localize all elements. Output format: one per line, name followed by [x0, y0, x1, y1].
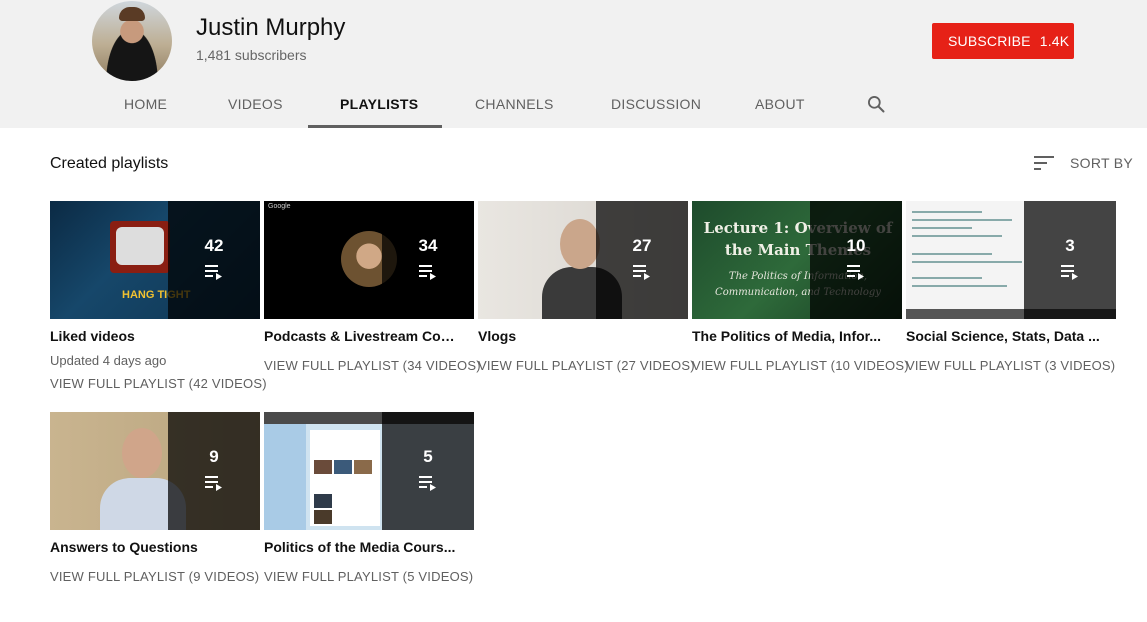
subscribe-label: SUBSCRIBE [948, 33, 1031, 49]
tab-home[interactable]: HOME [124, 96, 167, 112]
playlist-title[interactable]: Answers to Questions [50, 539, 246, 555]
active-tab-indicator [308, 125, 442, 128]
channel-header: Justin Murphy 1,481 subscribers SUBSCRIB… [0, 0, 1147, 128]
view-full-playlist-link[interactable]: VIEW FULL PLAYLIST (42 VIDEOS) [50, 376, 267, 391]
video-count: 3 [1065, 236, 1075, 255]
search-icon[interactable] [866, 94, 886, 114]
subscriber-count: 1,481 subscribers [196, 47, 307, 63]
playlist-thumbnail[interactable]: HANG TIGHT 42 [50, 201, 260, 319]
playlist-title[interactable]: Podcasts & Livestream Con... [264, 328, 460, 344]
playlist-card: 27 Vlogs VIEW FULL PLAYLIST (27 VIDEOS) [478, 201, 695, 373]
playlist-thumbnail[interactable]: 5 [264, 412, 474, 530]
playlist-icon [847, 265, 864, 280]
playlist-title[interactable]: Vlogs [478, 328, 674, 344]
playlist-title[interactable]: Liked videos [50, 328, 246, 344]
playlist-card: Lecture 1: Overview of the Main Themes T… [692, 201, 909, 373]
view-full-playlist-link[interactable]: VIEW FULL PLAYLIST (3 VIDEOS) [906, 358, 1116, 373]
playlist-count-overlay: 27 [596, 201, 688, 319]
video-count: 10 [846, 236, 866, 255]
page-image [310, 430, 380, 526]
section-title: Created playlists [50, 155, 169, 172]
playlist-card: HANG TIGHT 42 Liked videos Updated 4 day… [50, 201, 267, 391]
tv-image [110, 221, 170, 273]
subscribe-count: 1.4K [1039, 33, 1070, 49]
playlist-card: 9 Answers to Questions VIEW FULL PLAYLIS… [50, 412, 260, 584]
playlist-title[interactable]: Politics of the Media Cours... [264, 539, 460, 555]
playlist-count-overlay: 3 [1024, 201, 1116, 319]
playlist-count-overlay: 34 [382, 201, 474, 319]
sort-button[interactable]: SORT BY [1034, 155, 1133, 171]
playlist-updated: Updated 4 days ago [50, 353, 167, 368]
sort-icon [1034, 156, 1054, 170]
playlist-thumbnail[interactable]: Lecture 1: Overview of the Main Themes T… [692, 201, 902, 319]
playlist-count-overlay: 5 [382, 412, 474, 530]
sidebar-image [264, 424, 306, 530]
playlist-title[interactable]: Social Science, Stats, Data ... [906, 328, 1102, 344]
sort-label: SORT BY [1070, 155, 1134, 171]
playlist-icon [419, 476, 436, 491]
video-count: 5 [423, 447, 433, 466]
view-full-playlist-link[interactable]: VIEW FULL PLAYLIST (9 VIDEOS) [50, 569, 260, 584]
playlist-count-overlay: 42 [168, 201, 260, 319]
view-full-playlist-link[interactable]: VIEW FULL PLAYLIST (27 VIDEOS) [478, 358, 695, 373]
tab-playlists[interactable]: PLAYLISTS [340, 96, 418, 112]
tab-channels[interactable]: CHANNELS [475, 96, 554, 112]
playlist-count-overlay: 10 [810, 201, 902, 319]
playlist-icon [633, 265, 650, 280]
playlist-thumbnail[interactable]: 9 [50, 412, 260, 530]
subscribe-button[interactable]: SUBSCRIBE 1.4K [932, 23, 1074, 59]
playlist-card: Google 34 Podcasts & Livestream Con... V… [264, 201, 481, 373]
tab-about[interactable]: ABOUT [755, 96, 805, 112]
person-head-image [560, 219, 600, 269]
channel-name: Justin Murphy [196, 14, 346, 41]
playlist-title[interactable]: The Politics of Media, Infor... [692, 328, 888, 344]
tab-discussion[interactable]: DISCUSSION [611, 96, 701, 112]
video-count: 34 [418, 236, 438, 255]
playlist-thumbnail[interactable]: 3 [906, 201, 1116, 319]
playlist-icon [419, 265, 436, 280]
playlist-count-overlay: 9 [168, 412, 260, 530]
playlist-icon [1061, 265, 1078, 280]
playlist-thumbnail[interactable]: Google 34 [264, 201, 474, 319]
tab-videos[interactable]: VIDEOS [228, 96, 283, 112]
playlist-thumbnail[interactable]: 27 [478, 201, 688, 319]
playlist-card: 3 Social Science, Stats, Data ... VIEW F… [906, 201, 1116, 373]
person-head-image [122, 428, 162, 478]
view-full-playlist-link[interactable]: VIEW FULL PLAYLIST (10 VIDEOS) [692, 358, 909, 373]
video-count: 42 [204, 236, 224, 255]
thumbnail-text: Google [268, 203, 291, 210]
channel-avatar[interactable] [92, 1, 172, 81]
playlist-icon [205, 476, 222, 491]
view-full-playlist-link[interactable]: VIEW FULL PLAYLIST (5 VIDEOS) [264, 569, 474, 584]
view-full-playlist-link[interactable]: VIEW FULL PLAYLIST (34 VIDEOS) [264, 358, 481, 373]
video-count: 27 [632, 236, 652, 255]
playlist-card: 5 Politics of the Media Cours... VIEW FU… [264, 412, 474, 584]
playlist-icon [205, 265, 222, 280]
video-count: 9 [209, 447, 219, 466]
